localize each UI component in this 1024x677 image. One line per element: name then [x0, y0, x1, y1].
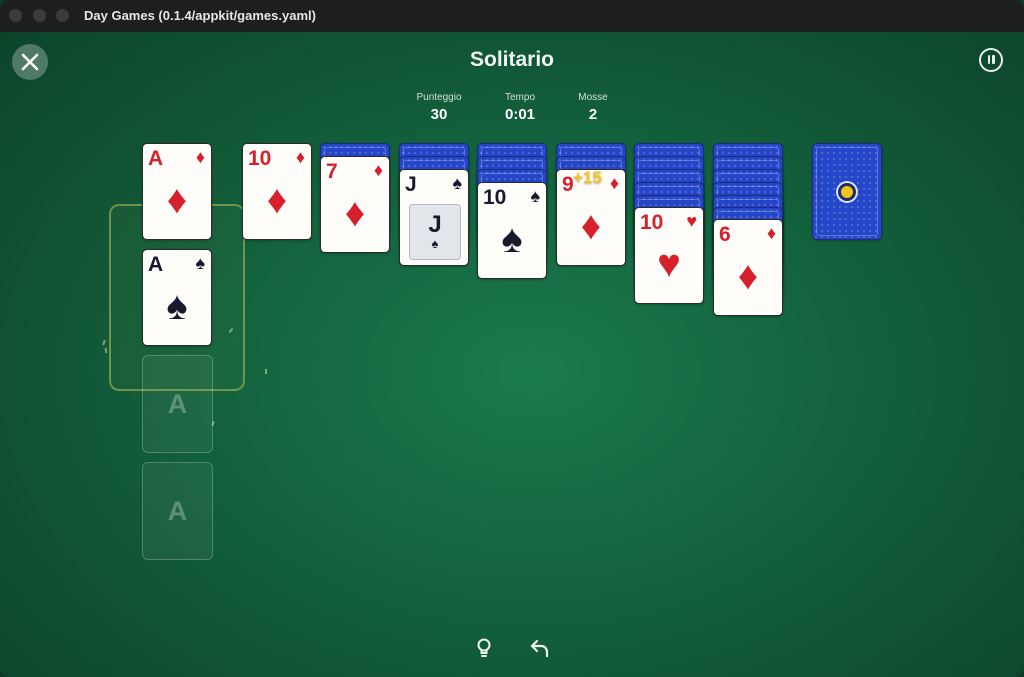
score-popup: +15: [573, 168, 602, 187]
coin-icon: [836, 181, 858, 203]
game-window: Day Games (0.1.4/appkit/games.yaml) Soli…: [0, 0, 1024, 677]
card-rank: A: [148, 147, 164, 170]
title-bar: Day Games (0.1.4/appkit/games.yaml): [0, 0, 1024, 32]
card-suit-large: ♦: [344, 191, 366, 235]
card-suit-large: ♠: [501, 217, 523, 261]
sparkle: [102, 339, 106, 346]
foundation-slot-4[interactable]: A: [142, 462, 213, 560]
card-rank: 6: [719, 223, 731, 246]
card-suit-small: ♦: [609, 173, 619, 193]
card-suit-small: ♦: [766, 223, 776, 243]
undo-button[interactable]: [528, 636, 552, 660]
face-rank: J: [428, 211, 442, 238]
moves-stat: Mosse 2: [553, 92, 633, 123]
card-rank: 7: [326, 160, 338, 183]
card-suit-large: ♦: [166, 178, 188, 222]
pause-button[interactable]: [979, 48, 1003, 72]
score-label: Punteggio: [416, 92, 462, 103]
card-suit-small: ♦: [295, 147, 305, 167]
window-title: Day Games (0.1.4/appkit/games.yaml): [84, 8, 316, 23]
jack-face-art: J ♠: [409, 204, 461, 260]
score-stat: Punteggio 30: [399, 92, 479, 123]
moves-value: 2: [588, 106, 598, 123]
card-suit-small: ♠: [530, 186, 540, 206]
card-suit-small: ♠: [195, 253, 205, 273]
card-suit-large: ♦: [737, 254, 759, 298]
foundation-slot-3[interactable]: A: [142, 355, 213, 453]
card-rank: 9: [562, 173, 574, 196]
sparkle: [211, 420, 215, 427]
card-suit-large: ♦: [266, 178, 288, 222]
score-value: 30: [430, 106, 448, 123]
tableau-card-4[interactable]: 10 ♠ ♠: [477, 182, 547, 279]
card-rank: J: [405, 173, 417, 196]
zoom-window-button[interactable]: [56, 9, 69, 22]
tableau-card-2[interactable]: 7 ♦ ♦: [320, 156, 390, 253]
card-suit-large: ♠: [166, 284, 188, 328]
card-suit-large: ♦: [580, 204, 602, 248]
lightbulb-icon: [477, 638, 491, 657]
tableau-card-1[interactable]: 10 ♦ ♦: [242, 143, 312, 240]
stock-pile[interactable]: [812, 143, 882, 240]
card-suit-large: ♥: [657, 242, 681, 286]
face-suit: ♠: [431, 236, 439, 251]
foundation-card-2[interactable]: A ♠ ♠: [142, 249, 212, 346]
game-title: Solitario: [469, 48, 554, 71]
card-suit-small: ♦: [195, 147, 205, 167]
time-value: 0:01: [504, 106, 536, 123]
tableau-card-6[interactable]: 10 ♥ ♥: [634, 207, 704, 304]
foundation-card-1[interactable]: A ♦ ♦: [142, 143, 212, 240]
card-suit-small: ♦: [373, 160, 383, 180]
sparkle: [265, 369, 267, 374]
tableau-card-3[interactable]: J ♠ J ♠: [399, 169, 469, 266]
moves-label: Mosse: [578, 92, 608, 103]
card-rank: 10: [483, 186, 507, 209]
card-rank: 10: [248, 147, 272, 170]
time-label: Tempo: [504, 92, 535, 103]
minimize-window-button[interactable]: [33, 9, 46, 22]
time-stat: Tempo 0:01: [480, 92, 560, 123]
card-suit-small: ♠: [452, 173, 462, 193]
card-rank: A: [148, 253, 164, 276]
sparkle: [104, 347, 108, 354]
close-window-button[interactable]: [9, 9, 22, 22]
undo-icon: [530, 639, 549, 658]
tableau-card-7[interactable]: 6 ♦ ♦: [713, 219, 783, 316]
hint-button[interactable]: [472, 636, 496, 660]
card-rank: 10: [640, 211, 664, 234]
card-suit-small: ♥: [686, 211, 697, 231]
